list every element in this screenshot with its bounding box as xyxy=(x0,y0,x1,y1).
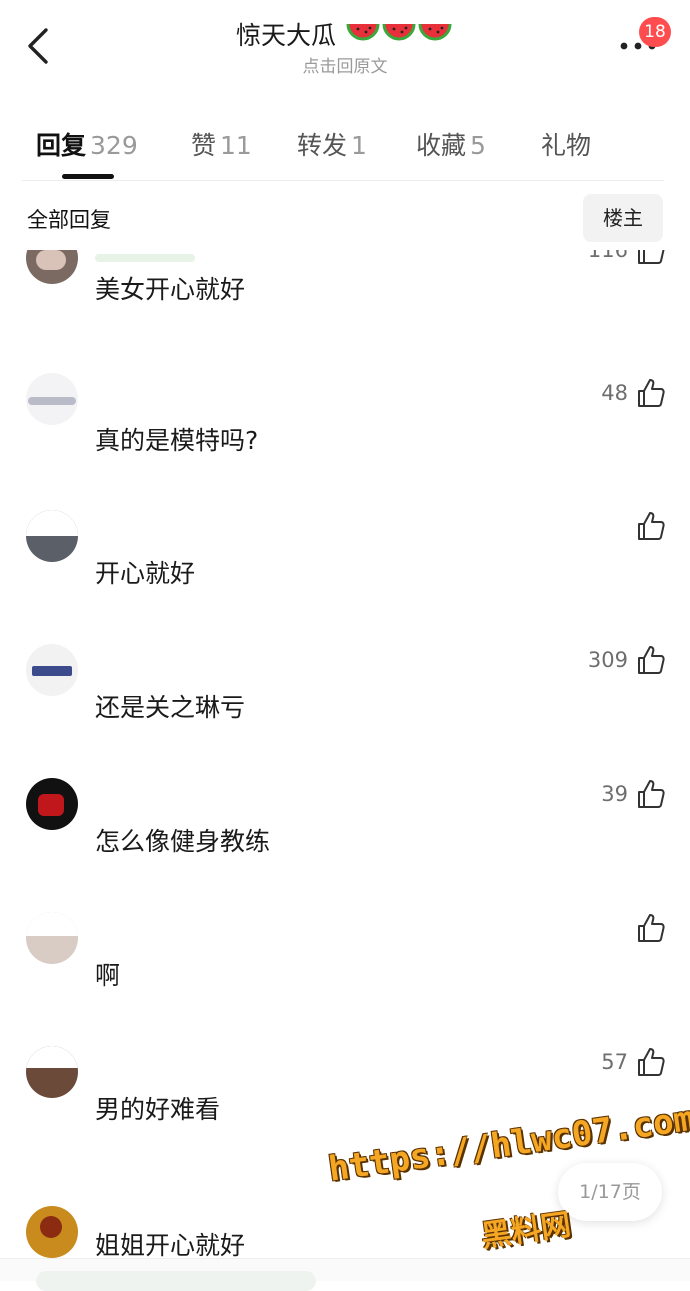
comment-list[interactable]: 116 美女开心就好 48 真的是模特吗? 开心就好 309 还是关之琳亏 39 xyxy=(0,250,690,1258)
comment-item[interactable]: 309 还是关之琳亏 xyxy=(0,632,690,764)
tab-reposts[interactable]: 转发 1 xyxy=(297,126,367,162)
comment-text: 还是关之琳亏 xyxy=(95,693,246,722)
comment-text: 啊 xyxy=(95,961,121,990)
avatar[interactable] xyxy=(26,373,78,425)
watermelon-icon xyxy=(346,23,452,41)
comment-item[interactable]: 啊 xyxy=(0,900,690,1032)
comment-item[interactable]: 48 真的是模特吗? xyxy=(0,365,690,497)
avatar[interactable] xyxy=(26,778,78,830)
avatar[interactable] xyxy=(26,250,78,284)
avatar[interactable] xyxy=(26,912,78,964)
like-group[interactable] xyxy=(560,510,670,544)
notification-badge: 18 xyxy=(639,17,671,47)
page-indicator[interactable]: 1/17页 xyxy=(558,1163,662,1221)
avatar[interactable] xyxy=(26,1046,78,1098)
comment-item[interactable]: 116 美女开心就好 xyxy=(0,250,690,364)
avatar[interactable] xyxy=(26,510,78,562)
divider xyxy=(22,180,664,181)
tab-likes[interactable]: 赞 11 xyxy=(191,126,252,162)
tab-bar: 回复 329 赞 11 转发 1 收藏 5 礼物 xyxy=(0,118,690,180)
like-group[interactable]: 116 xyxy=(560,250,670,268)
bottom-bar xyxy=(0,1258,690,1291)
active-tab-indicator xyxy=(62,174,114,179)
thumbs-up-icon[interactable] xyxy=(636,377,666,409)
page-title: 惊天大瓜 xyxy=(0,18,690,56)
thumbs-up-icon[interactable] xyxy=(636,778,666,810)
comment-text: 真的是模特吗? xyxy=(95,426,259,455)
watermelon-icons xyxy=(346,18,454,56)
thumbs-up-icon[interactable] xyxy=(636,1046,666,1078)
filter-row: 全部回复 楼主 xyxy=(0,190,690,248)
comment-item[interactable]: 开心就好 xyxy=(0,498,690,630)
username[interactable] xyxy=(95,254,195,262)
like-group[interactable] xyxy=(560,912,670,946)
tab-replies[interactable]: 回复 329 xyxy=(36,126,138,162)
comment-text: 男的好难看 xyxy=(95,1095,221,1124)
like-group[interactable]: 309 xyxy=(560,644,670,678)
like-group[interactable]: 39 xyxy=(560,778,670,812)
like-group[interactable]: 57 xyxy=(560,1046,670,1080)
comment-item[interactable]: 39 怎么像健身教练 xyxy=(0,766,690,898)
top-bar: 惊天大瓜 点击回原文 18 xyxy=(0,0,690,96)
like-group[interactable]: 48 xyxy=(560,377,670,411)
avatar[interactable] xyxy=(26,1206,78,1258)
reply-input[interactable] xyxy=(36,1271,316,1291)
tab-favorites[interactable]: 收藏 5 xyxy=(416,126,486,162)
thumbs-up-icon[interactable] xyxy=(636,250,666,266)
back-to-post-link[interactable]: 点击回原文 xyxy=(0,56,690,78)
title-block[interactable]: 惊天大瓜 点击回原文 xyxy=(0,18,690,78)
tab-gifts[interactable]: 礼物 xyxy=(541,126,591,162)
op-only-button[interactable]: 楼主 xyxy=(583,194,663,242)
thumbs-up-icon[interactable] xyxy=(636,510,666,542)
avatar[interactable] xyxy=(26,644,78,696)
thumbs-up-icon[interactable] xyxy=(636,644,666,676)
comment-text: 姐姐开心就好 xyxy=(95,1231,246,1258)
comment-text: 美女开心就好 xyxy=(95,275,246,304)
comment-text: 开心就好 xyxy=(95,559,196,588)
all-replies-label: 全部回复 xyxy=(27,208,111,232)
thumbs-up-icon[interactable] xyxy=(636,912,666,944)
comment-text: 怎么像健身教练 xyxy=(95,827,271,856)
